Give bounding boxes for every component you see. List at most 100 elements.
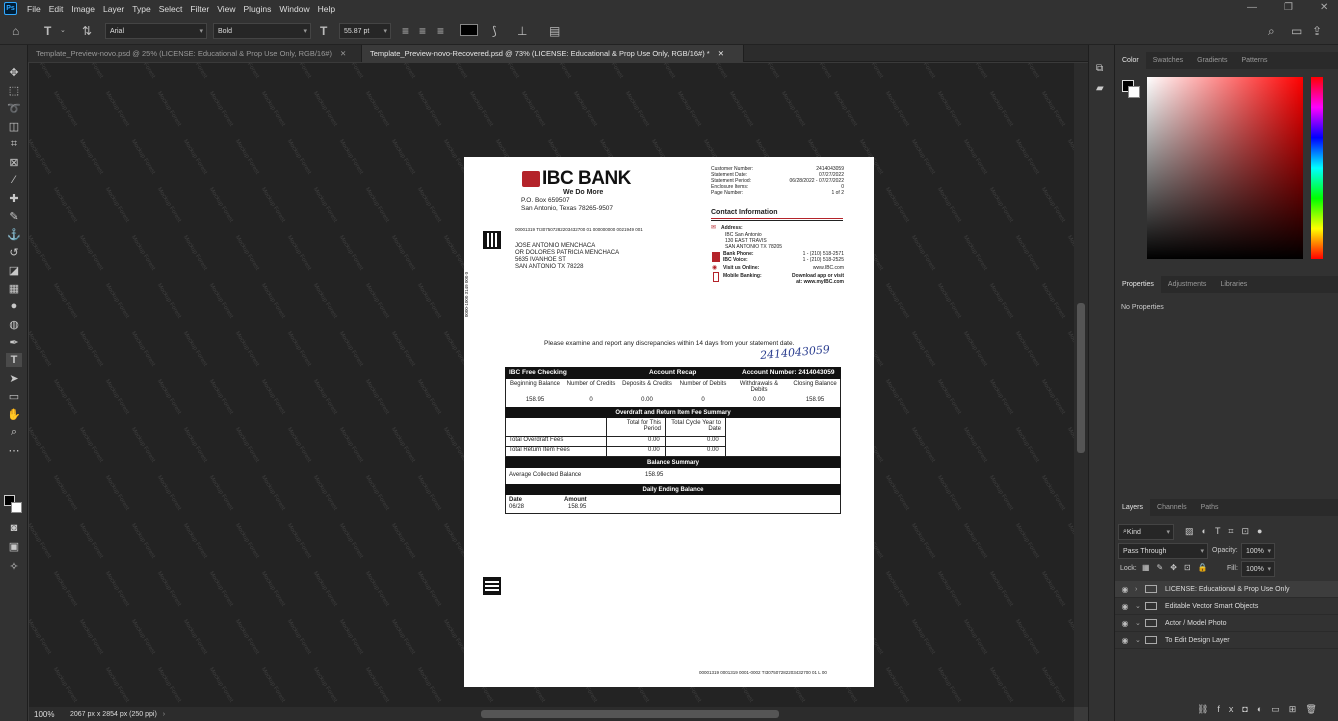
3d-text-icon[interactable]: ⊥	[517, 25, 527, 37]
tab-patterns[interactable]: Patterns	[1234, 52, 1274, 69]
history-panel-icon[interactable]: ⧉	[1096, 63, 1103, 74]
layer-row[interactable]: ◉ ⌄ To Edit Design Layer	[1115, 632, 1338, 649]
more-tools-icon[interactable]: ⋯	[6, 443, 22, 457]
tab-libraries[interactable]: Libraries	[1213, 276, 1254, 293]
clone-stamp-icon[interactable]: ⚓	[6, 227, 22, 241]
text-orientation-icon[interactable]: ⇅	[82, 25, 92, 37]
chevron-right-icon[interactable]: ›	[163, 711, 165, 718]
zoom-tool-icon[interactable]: ⌕	[6, 425, 22, 439]
crop-tool-icon[interactable]: ⌗	[6, 137, 22, 151]
lasso-tool-icon[interactable]: ➰	[6, 101, 22, 115]
vertical-scrollbar[interactable]	[1074, 63, 1088, 707]
align-left-icon[interactable]: ≡	[402, 25, 409, 37]
comments-panel-icon[interactable]: ▰	[1096, 83, 1104, 94]
font-size-field[interactable]: 55.87 pt ▾	[339, 23, 391, 39]
tab-properties[interactable]: Properties	[1115, 276, 1161, 293]
visibility-eye-icon[interactable]: ◉	[1115, 602, 1135, 611]
tab-document-2[interactable]: Template_Preview-novo-Recovered.psd @ 73…	[362, 45, 744, 62]
close-icon[interactable]: ✕	[1320, 2, 1328, 13]
align-center-icon[interactable]: ≡	[419, 25, 426, 37]
layer-filter-kind[interactable]: ⌕ Kind ▾	[1118, 524, 1174, 540]
eraser-tool-icon[interactable]: ◪	[6, 263, 22, 277]
tab-color[interactable]: Color	[1115, 52, 1146, 69]
restore-icon[interactable]: ❐	[1284, 2, 1293, 13]
visibility-eye-icon[interactable]: ◉	[1115, 636, 1135, 645]
share-icon[interactable]: ⇪	[1312, 25, 1322, 37]
document-canvas[interactable]: IBC BANK We Do More P.O. Box 659507 San …	[464, 157, 874, 687]
chevron-right-icon[interactable]: ›	[1135, 586, 1145, 593]
tab-document-1[interactable]: Template_Preview-novo.psd @ 25% (LICENSE…	[28, 45, 362, 62]
frame-tool-icon[interactable]: ⊠	[6, 155, 22, 169]
color-bg-swatch[interactable]	[1128, 86, 1140, 98]
type-tool-preset-icon[interactable]: T	[44, 25, 51, 37]
color-picker-field[interactable]	[1147, 77, 1303, 259]
chevron-down-icon[interactable]: ⌄	[1135, 619, 1145, 627]
menu-layer[interactable]: Layer	[99, 4, 128, 14]
tab-channels[interactable]: Channels	[1150, 499, 1194, 516]
tab-gradients[interactable]: Gradients	[1190, 52, 1234, 69]
close-tab-icon[interactable]: ✕	[340, 49, 346, 58]
history-brush-icon[interactable]: ↺	[6, 245, 22, 259]
brush-tool-icon[interactable]: ✎	[6, 209, 22, 223]
menu-select[interactable]: Select	[155, 4, 187, 14]
pen-tool-icon[interactable]: ✒	[6, 335, 22, 349]
lock-icons[interactable]: ▦✎✥⊡🔒	[1142, 563, 1215, 572]
marquee-tool-icon[interactable]: ⬚	[6, 83, 22, 97]
gradient-tool-icon[interactable]: ▦	[6, 281, 22, 295]
menu-view[interactable]: View	[213, 4, 239, 14]
blend-mode-select[interactable]: Pass Through ▾	[1118, 543, 1208, 559]
minimize-icon[interactable]: —	[1247, 2, 1257, 13]
tab-paths[interactable]: Paths	[1194, 499, 1226, 516]
quick-mask-icon[interactable]: ◙	[6, 521, 22, 535]
layer-actions-icons[interactable]: ⛓fx◘◐▭⊞🗑	[1197, 704, 1326, 715]
layer-row[interactable]: ◉ ⌄ Editable Vector Smart Objects	[1115, 598, 1338, 615]
search-icon[interactable]: ⌕	[1268, 25, 1275, 37]
visibility-eye-icon[interactable]: ◉	[1115, 585, 1135, 594]
chevron-down-icon[interactable]: ⌄	[60, 25, 66, 37]
vertical-scroll-thumb[interactable]	[1077, 303, 1085, 453]
chevron-down-icon[interactable]: ⌄	[1135, 602, 1145, 610]
character-panel-icon[interactable]: ▤	[549, 25, 560, 37]
document-dimensions[interactable]: 2067 px x 2854 px (250 ppi)	[70, 711, 157, 718]
align-right-icon[interactable]: ≡	[437, 25, 444, 37]
move-tool-icon[interactable]: ✥	[6, 65, 22, 79]
menu-help[interactable]: Help	[314, 4, 339, 14]
object-selection-icon[interactable]: ◫	[6, 119, 22, 133]
layer-row[interactable]: ◉ › LICENSE: Educational & Prop Use Only	[1115, 581, 1338, 598]
text-color-swatch[interactable]	[460, 24, 478, 36]
menu-file[interactable]: File	[23, 4, 45, 14]
type-tool-icon[interactable]: T	[6, 353, 22, 367]
rectangle-tool-icon[interactable]: ▭	[6, 389, 22, 403]
healing-brush-icon[interactable]: ✚	[6, 191, 22, 205]
zoom-level[interactable]: 100%	[34, 710, 64, 719]
path-selection-icon[interactable]: ➤	[6, 371, 22, 385]
warp-text-icon[interactable]: ⟆	[492, 25, 497, 37]
layer-filter-icons[interactable]: ▨◐T⌗⊡●	[1185, 526, 1270, 537]
font-style-select[interactable]: Bold ▾	[213, 23, 311, 39]
menu-filter[interactable]: Filter	[186, 4, 213, 14]
screen-mode-icon[interactable]: ▣	[6, 539, 22, 553]
generative-icon[interactable]: ✧	[6, 559, 22, 573]
menu-type[interactable]: Type	[128, 4, 154, 14]
menu-image[interactable]: Image	[67, 4, 99, 14]
fill-field[interactable]: 100% ▾	[1241, 561, 1275, 577]
font-family-select[interactable]: Arial ▾	[105, 23, 207, 39]
hand-tool-icon[interactable]: ✋	[6, 407, 22, 421]
chevron-down-icon[interactable]: ⌄	[1135, 636, 1145, 644]
background-color-swatch[interactable]	[11, 502, 22, 513]
menu-edit[interactable]: Edit	[45, 4, 68, 14]
menu-window[interactable]: Window	[275, 4, 313, 14]
layer-row[interactable]: ◉ ⌄ Actor / Model Photo	[1115, 615, 1338, 632]
opacity-field[interactable]: 100% ▾	[1241, 543, 1275, 559]
photoshop-logo-icon[interactable]: Ps	[4, 2, 17, 15]
tab-swatches[interactable]: Swatches	[1146, 52, 1190, 69]
eyedropper-icon[interactable]: ⁄	[6, 173, 22, 187]
tab-layers[interactable]: Layers	[1115, 499, 1151, 516]
close-tab-icon[interactable]: ✕	[718, 49, 724, 58]
dodge-tool-icon[interactable]: ◍	[6, 317, 22, 331]
home-icon[interactable]: ⌂	[12, 25, 19, 37]
menu-plugins[interactable]: Plugins	[239, 4, 275, 14]
tab-adjustments[interactable]: Adjustments	[1161, 276, 1214, 293]
hue-slider[interactable]	[1311, 77, 1323, 259]
visibility-eye-icon[interactable]: ◉	[1115, 619, 1135, 628]
